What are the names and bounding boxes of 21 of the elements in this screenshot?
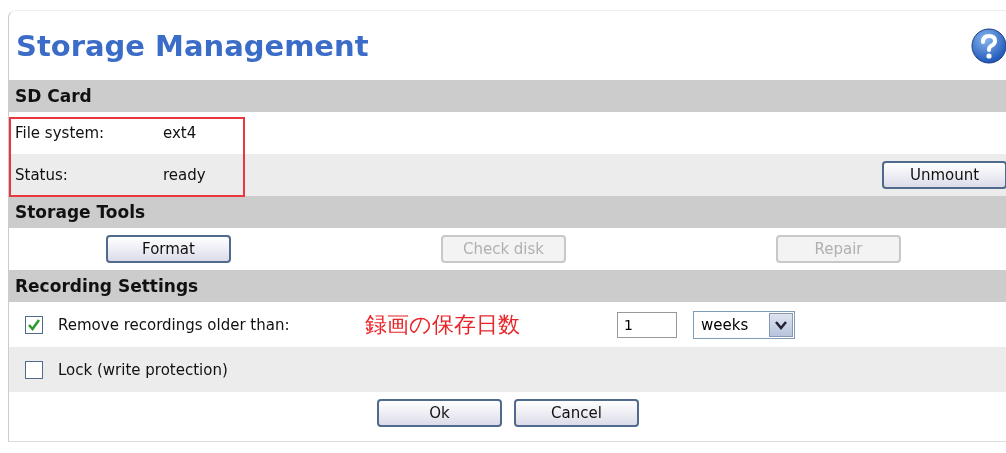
help-icon[interactable] bbox=[971, 27, 1006, 64]
dialog-button[interactable]: Ok bbox=[377, 399, 502, 427]
section-header: Recording Settings bbox=[9, 270, 1006, 302]
unit-dropdown[interactable]: weeks bbox=[693, 310, 795, 339]
unmount-button[interactable]: Unmount bbox=[882, 161, 1006, 189]
field-label: File system: bbox=[15, 124, 106, 142]
dialog-button[interactable]: Cancel bbox=[514, 399, 639, 427]
tool-button[interactable]: Format bbox=[106, 235, 231, 263]
option-label: Lock (write protection) bbox=[58, 360, 228, 379]
page-title: Storage Management bbox=[16, 28, 369, 63]
option-label: Remove recordings older than: bbox=[58, 315, 291, 334]
field-value: ready bbox=[163, 166, 206, 184]
field-label: Status: bbox=[15, 166, 69, 184]
checkbox[interactable] bbox=[25, 360, 43, 379]
input-field[interactable]: 1 bbox=[617, 311, 677, 338]
chevron-icon bbox=[769, 312, 793, 337]
field-value: ext4 bbox=[163, 124, 197, 142]
annotation-text: 録画の保存日数 bbox=[365, 310, 521, 339]
section-header: SD Card bbox=[9, 80, 1006, 112]
checkbox[interactable] bbox=[25, 315, 43, 334]
section-header: Storage Tools bbox=[9, 196, 1006, 228]
